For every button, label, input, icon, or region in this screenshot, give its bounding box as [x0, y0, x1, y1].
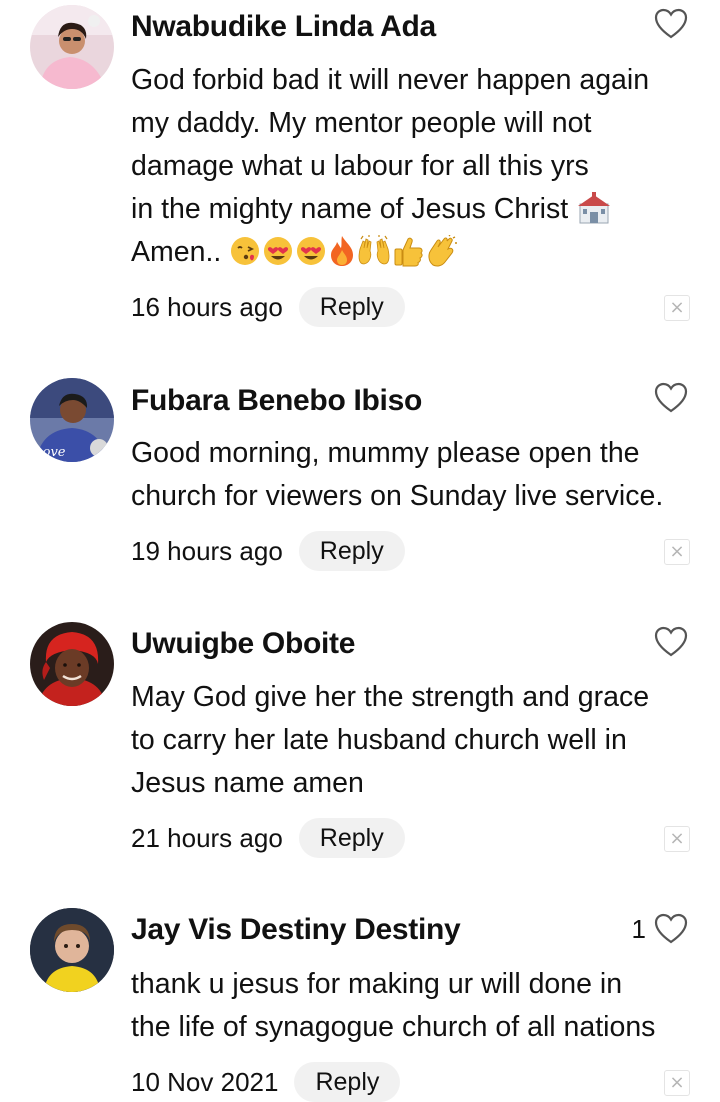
comment-meta: 16 hours ago Reply [131, 287, 405, 327]
comment-line: Good morning, mummy please open the [131, 437, 640, 469]
comment-meta: 10 Nov 2021 Reply [131, 1062, 401, 1102]
reply-button[interactable]: Reply [298, 818, 405, 858]
fire-icon [328, 235, 356, 267]
comment-author[interactable]: Jay Vis Destiny Destiny [131, 913, 461, 947]
comment-line-wrap: Amen.. [131, 231, 696, 274]
comment-line: thank u jesus for making ur will done in [131, 968, 623, 1000]
close-icon[interactable]: × [664, 295, 690, 321]
comment-line: church for viewers on Sunday live servic… [131, 480, 664, 512]
heart-icon[interactable] [654, 913, 688, 945]
comment-text: thank u jesus for making ur will done in… [131, 963, 696, 1049]
clapping-hands-icon [425, 235, 458, 267]
comment-line: damage what u labour for all this yrs [131, 150, 589, 182]
comment-line: in the mighty name of Jesus Christ [131, 193, 569, 225]
comment-text: May God give her the strength and grace … [131, 676, 696, 805]
avatar[interactable] [30, 622, 114, 706]
reply-button[interactable]: Reply [298, 287, 405, 327]
close-icon[interactable]: × [664, 826, 690, 852]
comment-line: Jesus name amen [131, 767, 364, 799]
raising-hands-icon [357, 235, 391, 267]
church-emoji-icon [576, 192, 612, 224]
comment-timestamp: 16 hours ago [131, 291, 283, 322]
face-blowing-kiss-icon [229, 235, 261, 267]
like-control[interactable] [654, 8, 688, 40]
comment-timestamp: 19 hours ago [131, 535, 283, 566]
close-icon[interactable]: × [664, 1070, 690, 1096]
like-control[interactable]: 1 [632, 913, 688, 945]
comment-timestamp: 10 Nov 2021 [131, 1066, 279, 1097]
avatar[interactable] [30, 908, 114, 992]
comment-line: my daddy. My mentor people will not [131, 107, 592, 139]
like-control[interactable] [654, 626, 688, 658]
comment-line: Amen.. [131, 236, 222, 268]
comment-text: God forbid bad it will never happen agai… [131, 59, 696, 274]
like-count: 1 [631, 913, 646, 944]
comment-text: Good morning, mummy please open the chur… [131, 432, 696, 518]
comment-meta: 19 hours ago Reply [131, 531, 405, 571]
comment-line-wrap: in the mighty name of Jesus Christ [131, 188, 696, 231]
heart-icon[interactable] [654, 626, 688, 658]
comment-line: God forbid bad it will never happen agai… [131, 64, 650, 96]
smiling-heart-eyes-icon [262, 235, 294, 267]
comment-timestamp: 21 hours ago [131, 822, 283, 853]
reply-button[interactable]: Reply [294, 1062, 401, 1102]
thumbs-up-icon [392, 235, 424, 267]
comment-line: to carry her late husband church well in [131, 724, 627, 756]
avatar[interactable] [30, 5, 114, 89]
avatar-overlay-text: Love [33, 445, 66, 460]
close-icon[interactable]: × [664, 539, 690, 565]
comment-line: the life of synagogue church of all nati… [131, 1011, 656, 1043]
heart-icon[interactable] [654, 382, 688, 414]
like-control[interactable] [654, 382, 688, 414]
comment-author[interactable]: Nwabudike Linda Ada [131, 10, 436, 44]
comment-meta: 21 hours ago Reply [131, 818, 405, 858]
comment-author[interactable]: Uwuigbe Oboite [131, 627, 355, 661]
reply-button[interactable]: Reply [298, 531, 405, 571]
comment-author[interactable]: Fubara Benebo Ibiso [131, 384, 422, 418]
heart-icon[interactable] [654, 8, 688, 40]
smiling-heart-eyes-icon [295, 235, 327, 267]
avatar[interactable]: Love [30, 378, 114, 462]
comment-line: May God give her the strength and grace [131, 681, 650, 713]
